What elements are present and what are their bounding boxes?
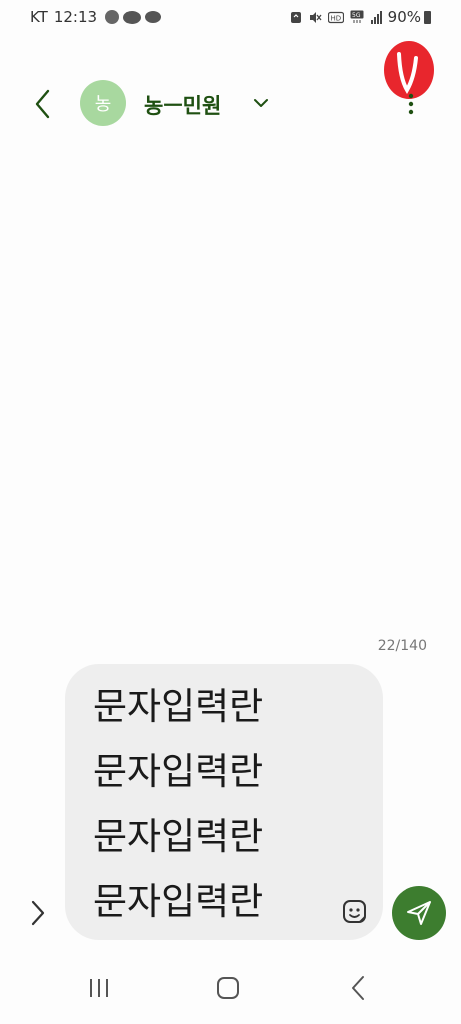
signal-icon — [370, 10, 382, 24]
avatar[interactable]: 농 — [80, 80, 126, 126]
svg-text:5G: 5G — [352, 12, 361, 19]
back-icon[interactable] — [348, 974, 368, 1002]
svg-text:HD: HD — [330, 14, 341, 22]
status-right: HD 5G 90% — [290, 8, 431, 26]
status-bar: KT 12:13 HD 5G 90% — [0, 0, 461, 34]
sticker-icon[interactable] — [341, 898, 369, 926]
battery-icon — [424, 10, 431, 24]
status-time: 12:13 — [53, 8, 98, 26]
sync-icon — [290, 11, 302, 24]
send-icon — [407, 901, 431, 925]
recents-icon[interactable] — [86, 976, 112, 1000]
char-counter: 22/140 — [377, 638, 427, 654]
battery-percent: 90% — [387, 8, 421, 26]
navigation-bar — [0, 960, 461, 1016]
home-icon[interactable] — [216, 976, 240, 1000]
chevron-down-icon[interactable] — [252, 96, 270, 110]
5g-icon: 5G — [350, 10, 364, 24]
hd-icon: HD — [327, 11, 344, 24]
conversation-header: 농 농ㅡ민원 — [0, 76, 461, 132]
kakaotalk-icon — [123, 10, 142, 24]
message-input[interactable]: 문자입력란 문자입력란 문자입력란 문자입력란 — [93, 674, 343, 934]
more-options-button[interactable] — [400, 90, 422, 118]
carrier-label: KT — [30, 8, 48, 26]
screen-record-icon — [105, 10, 120, 24]
expand-attachments-button[interactable] — [26, 898, 50, 928]
back-button[interactable] — [30, 88, 58, 120]
message-composer[interactable]: 문자입력란 문자입력란 문자입력란 문자입력란 — [65, 664, 383, 940]
contact-name[interactable]: 농ㅡ민원 — [144, 90, 221, 120]
send-button[interactable] — [392, 886, 446, 940]
mute-icon — [308, 11, 322, 24]
chat-icon — [145, 11, 162, 23]
status-left: KT 12:13 — [30, 8, 162, 26]
